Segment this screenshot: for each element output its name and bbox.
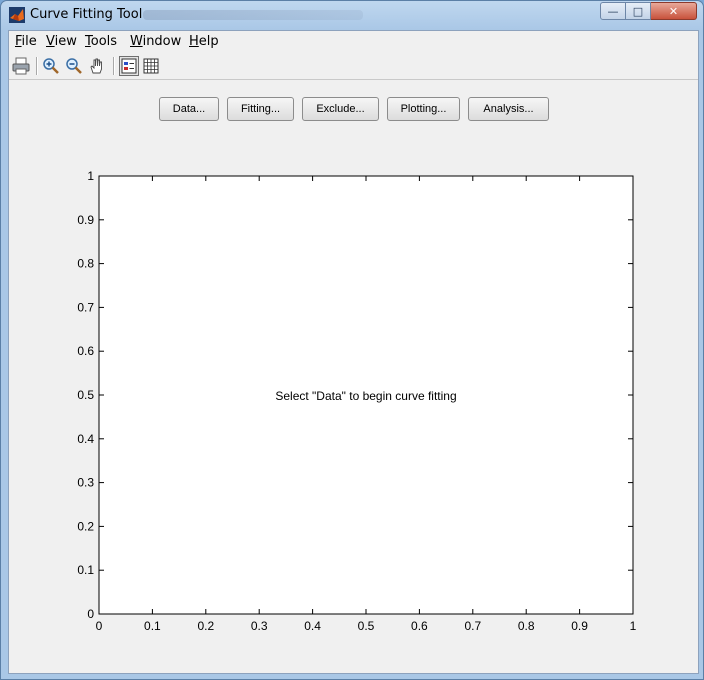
x-tick-label: 0.6 [411, 619, 428, 633]
window-title: Curve Fitting Tool [30, 7, 143, 22]
y-tick-label: 0.6 [77, 344, 94, 358]
x-tick-label: 0 [96, 619, 103, 633]
x-tick-label: 1 [630, 619, 637, 633]
y-tick-label: 0.2 [77, 519, 94, 533]
blurred-path [143, 10, 363, 20]
y-tick-label: 0.7 [77, 300, 94, 314]
y-tick-label: 0.4 [77, 432, 94, 446]
main-window: Curve Fitting Tool — □ ✕ File View Tools… [0, 0, 704, 680]
maximize-button[interactable]: □ [626, 2, 651, 20]
plot-axes[interactable]: 0 0.1 0.2 0.3 0.4 0.5 0.6 0.7 0.8 0.9 1 0 0.1 0.2 0.3 0… [9, 31, 698, 673]
y-tick-label: 0.9 [77, 213, 94, 227]
x-tick-label: 0.3 [251, 619, 268, 633]
y-tick-label: 0.1 [77, 563, 94, 577]
x-tick-label: 0.1 [144, 619, 161, 633]
x-tick-label: 0.8 [518, 619, 535, 633]
x-tick-label: 0.4 [304, 619, 321, 633]
matlab-logo-icon [9, 7, 25, 23]
y-tick-label: 0.5 [77, 388, 94, 402]
title-bar[interactable]: Curve Fitting Tool — □ ✕ [1, 1, 703, 29]
y-tick-label: 0.8 [77, 257, 94, 271]
x-tick-label: 0.2 [197, 619, 214, 633]
minimize-icon: — [607, 4, 619, 18]
close-button[interactable]: ✕ [651, 2, 697, 20]
figure-client-area: File View Tools Window Help Data... Fitt… [8, 30, 699, 674]
maximize-icon: □ [632, 4, 644, 18]
minimize-button[interactable]: — [600, 2, 626, 20]
y-tick-label: 0 [87, 607, 94, 621]
x-tick-label: 0.5 [358, 619, 375, 633]
y-tick-label: 0.3 [77, 476, 94, 490]
x-tick-label: 0.9 [571, 619, 588, 633]
x-tick-label: 0.7 [464, 619, 481, 633]
y-tick-label: 1 [87, 169, 94, 183]
plot-message: Select "Data" to begin curve fitting [275, 389, 456, 403]
close-icon: ✕ [668, 4, 679, 18]
